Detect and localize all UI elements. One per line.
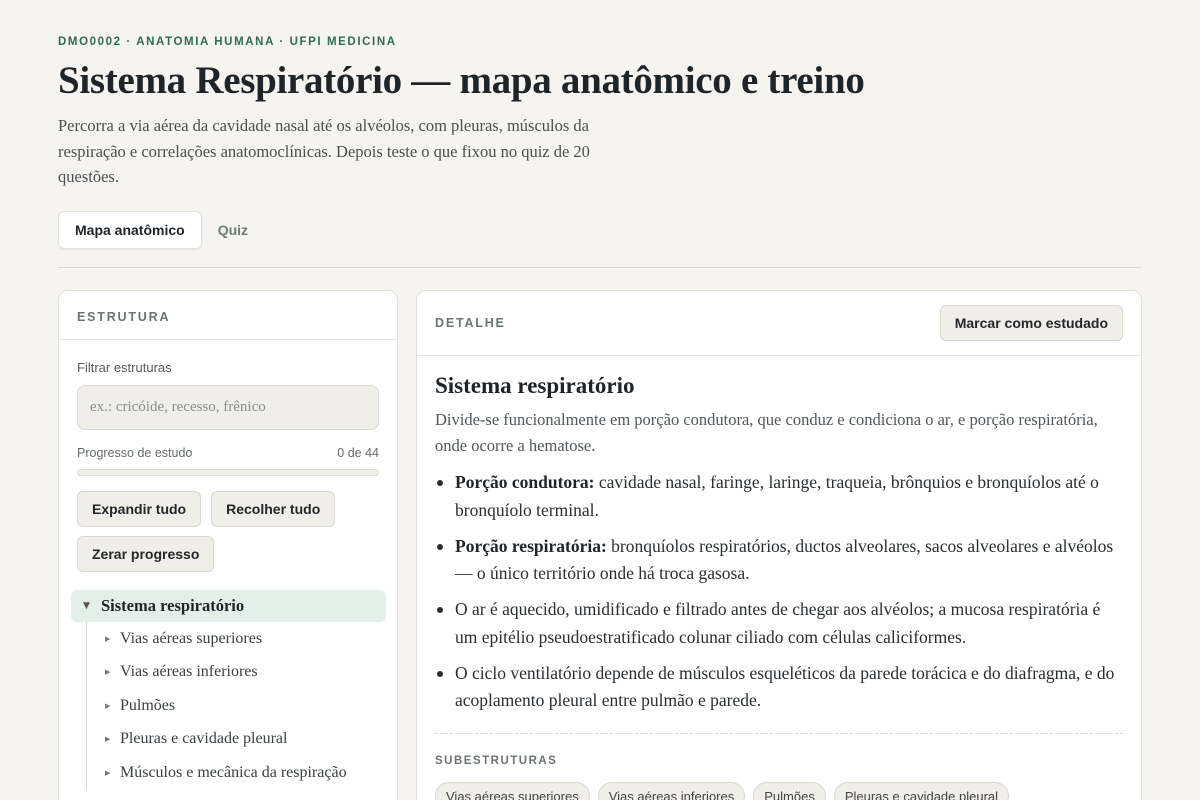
tab-mapa-anatomico[interactable]: Mapa anatômico bbox=[58, 211, 202, 249]
tab-quiz[interactable]: Quiz bbox=[202, 211, 264, 249]
detail-intro: Divide-se funcionalmente em porção condu… bbox=[435, 410, 1098, 455]
tree-item-musculos[interactable]: ▶ Músculos e mecânica da respiração bbox=[87, 756, 386, 790]
page-lead: Percorra a via aérea da cavidade nasal a… bbox=[58, 116, 590, 186]
tree-actions: Expandir tudo Recolher tudo bbox=[77, 491, 336, 527]
detail-title: Sistema respiratório bbox=[435, 373, 635, 398]
caret-right-icon: ▶ bbox=[105, 735, 111, 744]
caret-right-icon: ▶ bbox=[105, 701, 111, 710]
tree-item-vias-aereas-inferiores[interactable]: ▶ Vias aéreas inferiores bbox=[87, 656, 386, 690]
bullet-item: O ciclo ventilatório depende de músculos… bbox=[435, 660, 1125, 715]
tree-children: ▶ Vias aéreas superiores ▶ Vias aéreas i… bbox=[86, 622, 386, 790]
bullet-item: Porção condutora: cavidade nasal, faring… bbox=[435, 469, 1125, 524]
expand-all-button[interactable]: Expandir tudo bbox=[77, 491, 202, 527]
detail-panel: DETALHE Marcar como estudado Sistema res… bbox=[416, 290, 1142, 800]
structure-panel-title: ESTRUTURA bbox=[77, 310, 171, 324]
structure-panel-header: ESTRUTURA bbox=[59, 291, 397, 340]
caret-down-icon: ▼ bbox=[83, 601, 90, 611]
reset-progress-button[interactable]: Zerar progresso bbox=[77, 536, 215, 572]
collapse-all-button[interactable]: Recolher tudo bbox=[211, 491, 336, 527]
tree-item-pleuras[interactable]: ▶ Pleuras e cavidade pleural bbox=[87, 723, 386, 757]
bullet-text: O ar é aquecido, umidificado e filtrado … bbox=[455, 599, 1101, 647]
caret-right-icon: ▶ bbox=[105, 668, 111, 677]
header-divider bbox=[58, 267, 1141, 268]
tree-item-label: Vias aéreas superiores bbox=[120, 629, 263, 647]
tree-item-label: Pleuras e cavidade pleural bbox=[120, 730, 288, 748]
course-eyebrow: DMO0002 · ANATOMIA HUMANA · UFPI MEDICIN… bbox=[58, 36, 397, 48]
progress-bar bbox=[77, 469, 379, 476]
substructure-chip[interactable]: Vias aéreas superiores bbox=[435, 782, 590, 800]
filter-label: Filtrar estruturas bbox=[77, 360, 172, 375]
section-divider bbox=[435, 733, 1123, 734]
substructure-chip[interactable]: Pulmões bbox=[753, 782, 826, 800]
detail-panel-header: DETALHE Marcar como estudado bbox=[417, 291, 1141, 356]
tree-item-label: Vias aéreas inferiores bbox=[120, 663, 258, 681]
caret-right-icon: ▶ bbox=[105, 634, 111, 643]
tree-item-label: Pulmões bbox=[120, 696, 176, 714]
structure-panel: ESTRUTURA Filtrar estruturas Progresso d… bbox=[58, 290, 398, 800]
substructures-label: SUBESTRUTURAS bbox=[435, 755, 558, 767]
view-tabs: Mapa anatômico Quiz bbox=[58, 211, 264, 249]
bullet-item: O ar é aquecido, umidificado e filtrado … bbox=[435, 596, 1125, 651]
tree-item-label: Músculos e mecânica da respiração bbox=[120, 763, 347, 781]
progress-label: Progresso de estudo bbox=[77, 446, 193, 460]
tree-item-vias-aereas-superiores[interactable]: ▶ Vias aéreas superiores bbox=[87, 622, 386, 656]
bullet-term: Porção condutora: bbox=[455, 472, 595, 492]
substructure-chip[interactable]: Vias aéreas inferiores bbox=[597, 782, 746, 800]
bullet-text: O ciclo ventilatório depende de músculos… bbox=[455, 662, 1115, 711]
tree-item-sistema-respiratorio[interactable]: ▼ Sistema respiratório bbox=[71, 590, 386, 622]
progress-count: 0 de 44 bbox=[337, 446, 379, 460]
detail-bullets: Porção condutora: cavidade nasal, faring… bbox=[435, 469, 1125, 723]
page-title: Sistema Respiratório — mapa anatômico e … bbox=[58, 59, 865, 102]
bullet-term: Porção respiratória: bbox=[455, 535, 607, 556]
substructure-chip[interactable]: Pleuras e cavidade pleural bbox=[833, 782, 1010, 800]
bullet-item: Porção respiratória: bronquíolos respira… bbox=[435, 533, 1125, 588]
progress-row: Progresso de estudo 0 de 44 bbox=[77, 446, 379, 460]
structure-tree: ▼ Sistema respiratório ▶ Vias aéreas sup… bbox=[71, 590, 386, 790]
tree-item-pulmoes[interactable]: ▶ Pulmões bbox=[87, 689, 386, 723]
mark-studied-button[interactable]: Marcar como estudado bbox=[939, 305, 1123, 341]
filter-input[interactable] bbox=[77, 385, 379, 430]
caret-right-icon: ▶ bbox=[105, 768, 111, 777]
substructure-chips: Vias aéreas superiores Vias aéreas infer… bbox=[435, 782, 1010, 800]
reset-actions: Zerar progresso bbox=[77, 536, 215, 572]
tree-item-label: Sistema respiratório bbox=[101, 596, 245, 615]
detail-panel-title: DETALHE bbox=[435, 316, 506, 330]
